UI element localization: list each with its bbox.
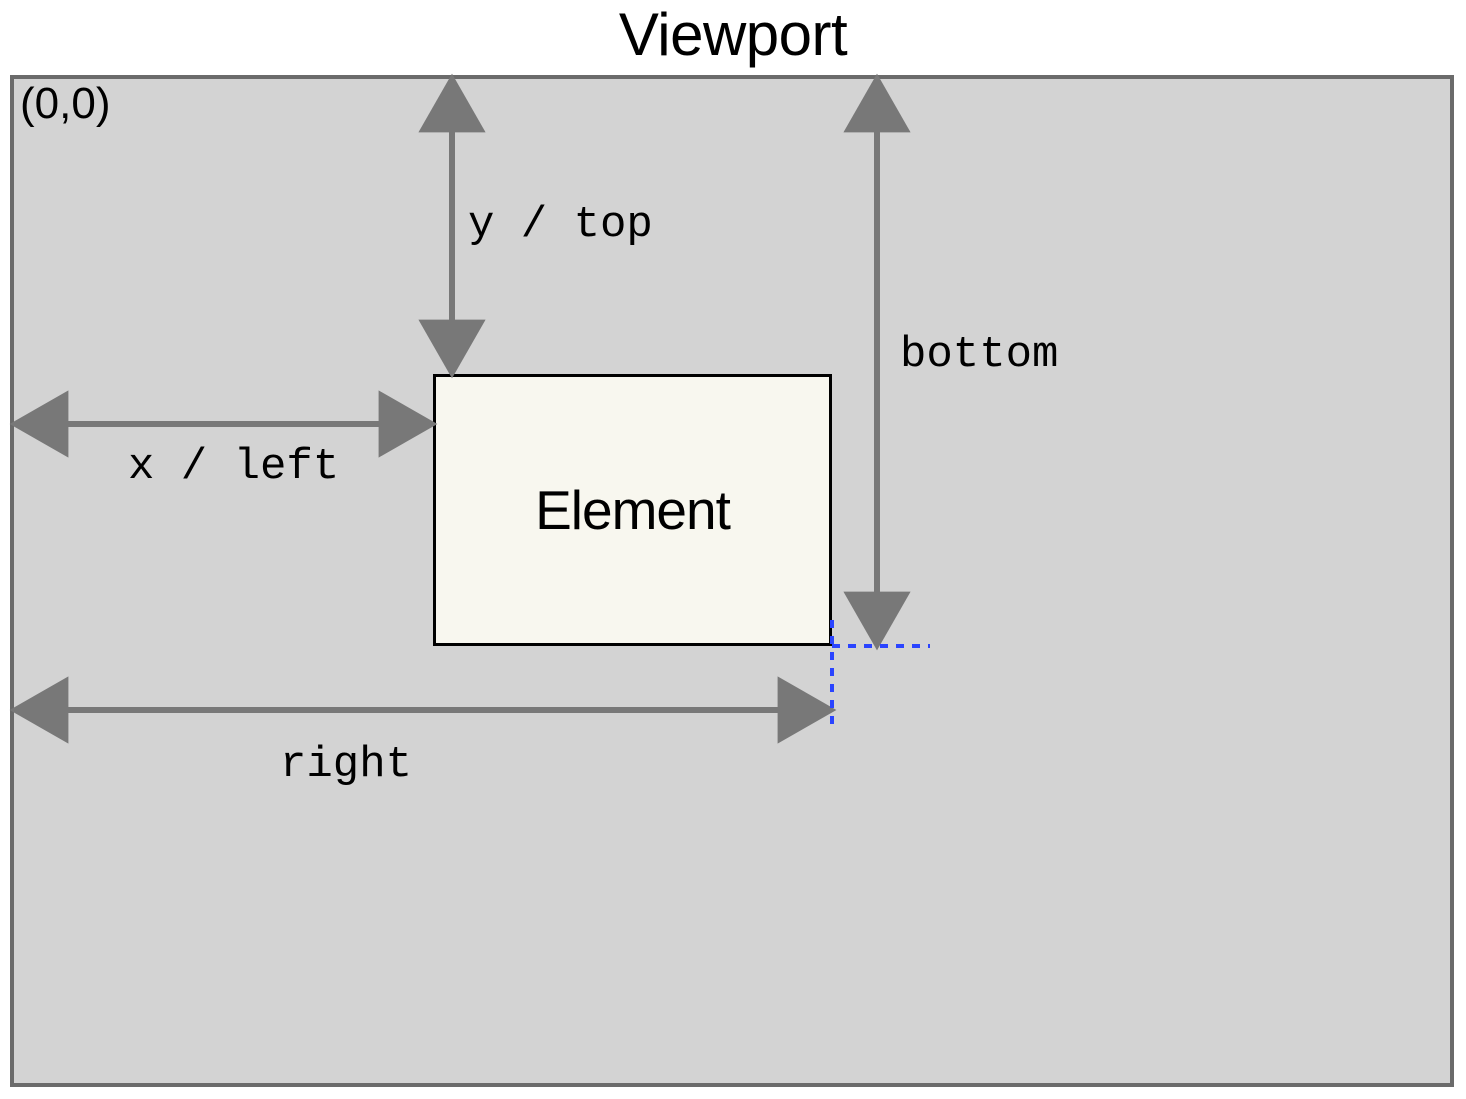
- label-bottom: bottom: [900, 330, 1058, 380]
- diagram-stage: Viewport (0,0) Element y / top x / left …: [0, 0, 1466, 1099]
- label-x-left: x / left: [128, 442, 339, 492]
- label-right: right: [280, 740, 412, 790]
- label-y-top: y / top: [468, 200, 653, 250]
- origin-label: (0,0): [20, 79, 110, 129]
- viewport-title: Viewport: [0, 0, 1466, 69]
- element-box: Element: [433, 374, 832, 646]
- element-label: Element: [535, 478, 730, 542]
